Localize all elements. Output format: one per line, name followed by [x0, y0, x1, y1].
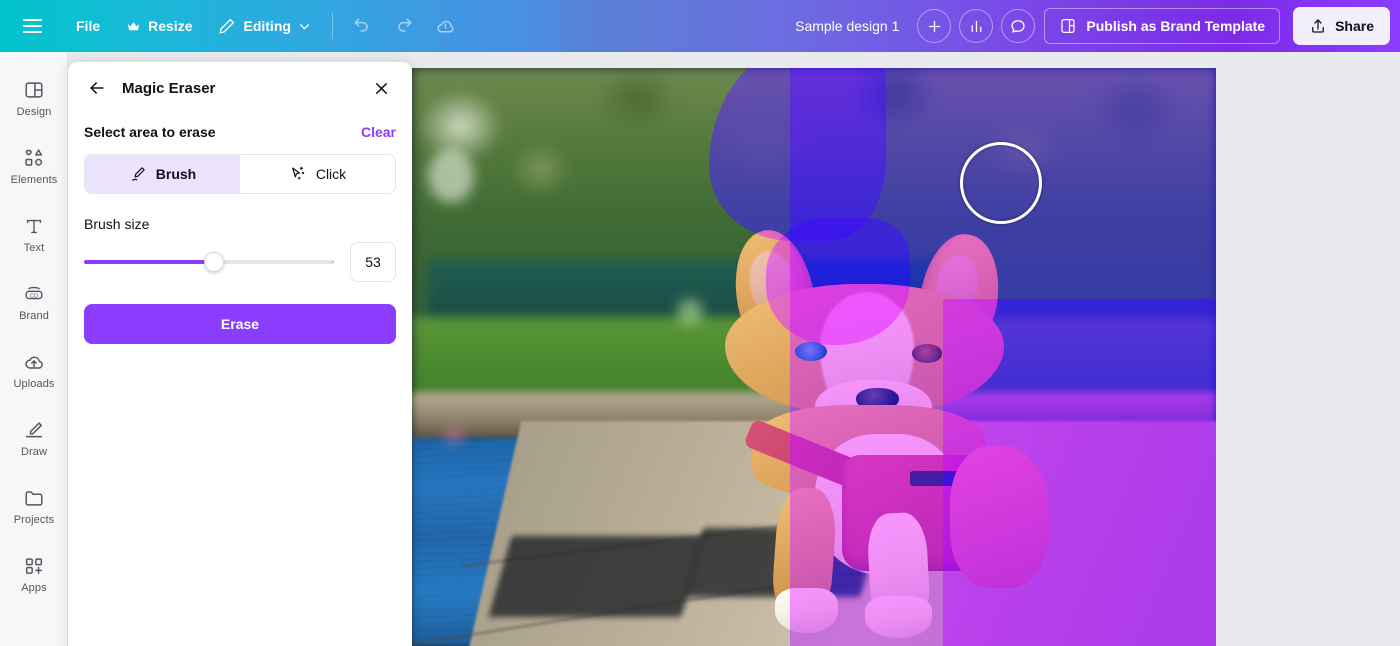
photo-bokeh-1 [428, 148, 475, 203]
panel-title: Magic Eraser [122, 79, 216, 97]
dog-paw-left [774, 587, 838, 634]
panel-close-button[interactable] [368, 75, 394, 101]
sidebar-label-projects: Projects [13, 513, 55, 526]
pencil-icon [220, 18, 235, 34]
erase-button[interactable]: Erase [84, 304, 396, 344]
close-x-icon [375, 82, 387, 94]
toolbar-divider [331, 13, 333, 39]
publish-brand-template-button[interactable]: Publish as Brand Template [1044, 8, 1281, 44]
dog-paw-right [864, 596, 933, 638]
select-area-label: Select area to erase [84, 124, 216, 140]
share-label: Share [1335, 18, 1374, 34]
bar-chart-icon [971, 20, 982, 32]
sidebar-label-draw: Draw [20, 445, 48, 458]
magic-cursor-icon [291, 166, 305, 180]
brush-size-slider[interactable] [84, 252, 334, 272]
draw-pen-icon [25, 421, 43, 437]
editing-label: Editing [243, 18, 291, 34]
mode-brush-label: Brush [155, 166, 197, 182]
slider-fill [84, 260, 214, 264]
design-layout-icon [25, 81, 43, 98]
photo-corgi-dog [653, 223, 1103, 646]
sidebar-item-text[interactable]: Text [0, 200, 68, 268]
brush-size-control-row: 53 [84, 242, 396, 282]
editing-mode-button[interactable]: Editing [208, 8, 320, 44]
dog-eye-left-blue [795, 342, 827, 362]
brand-template-icon [1061, 18, 1076, 34]
design-canvas[interactable] [412, 68, 1216, 646]
sidebar-label-text: Text [23, 241, 45, 254]
sidebar-label-design: Design [16, 105, 52, 118]
brand-co-icon: CO [25, 286, 43, 299]
text-t-icon [26, 219, 42, 233]
comment-bubble-icon [1011, 20, 1026, 33]
brush-pen-icon [131, 167, 145, 181]
dog-eye-right-brown [912, 344, 942, 363]
brush-size-value[interactable]: 53 [350, 242, 396, 282]
select-area-row: Select area to erase Clear [84, 124, 396, 140]
svg-text:CO: CO [30, 293, 39, 299]
undo-button[interactable] [343, 7, 381, 45]
add-collaborator-button[interactable] [917, 9, 952, 43]
erase-mode-segmented-control: Brush Click [84, 154, 396, 194]
panel-back-button[interactable] [84, 75, 110, 101]
comments-button[interactable] [1001, 9, 1036, 43]
chevron-down-icon [299, 23, 309, 29]
brush-size-label: Brush size [84, 216, 150, 232]
sidebar-item-elements[interactable]: Elements [0, 132, 68, 200]
sidebar-label-apps: Apps [21, 581, 47, 594]
mode-click-tab[interactable]: Click [240, 155, 395, 193]
insights-button[interactable] [959, 9, 994, 43]
sidebar-label-brand: Brand [19, 309, 49, 322]
upload-cloud-icon [25, 356, 43, 369]
mode-brush-tab[interactable]: Brush [85, 155, 240, 193]
mode-click-label: Click [315, 166, 347, 182]
sidebar-item-brand[interactable]: CO Brand [0, 268, 68, 336]
file-menu-button[interactable]: File [66, 8, 110, 44]
elements-shapes-icon [25, 148, 43, 166]
dog-flank [950, 446, 1050, 588]
document-title[interactable]: Sample design 1 [781, 18, 913, 34]
folder-icon [25, 490, 43, 506]
cloud-sync-icon [437, 20, 454, 32]
panel-body: Select area to erase Clear Brush Click B… [68, 114, 412, 344]
share-button[interactable]: Share [1293, 7, 1390, 45]
undo-icon [354, 18, 368, 32]
slider-end-dot [332, 261, 334, 263]
canva-editor-window: File Resize Editing Sample design 1 Publ… [0, 0, 1400, 646]
cloud-sync-button[interactable] [427, 7, 465, 45]
left-sidebar-rail: Design Elements Text CO Brand Uploads Dr… [0, 52, 68, 646]
sidebar-item-design[interactable]: Design [0, 64, 68, 132]
sidebar-label-elements: Elements [10, 173, 58, 186]
share-upload-icon [1312, 19, 1324, 33]
publish-label: Publish as Brand Template [1086, 18, 1266, 34]
sidebar-item-draw[interactable]: Draw [0, 404, 68, 472]
file-menu-label: File [76, 18, 101, 34]
sidebar-item-apps[interactable]: Apps [0, 540, 68, 608]
brush-cursor-ring [960, 142, 1042, 224]
magic-eraser-panel: Magic Eraser Select area to erase Clear [68, 62, 412, 646]
sidebar-label-uploads: Uploads [13, 377, 55, 390]
redo-button[interactable] [385, 7, 423, 45]
hamburger-icon[interactable] [10, 4, 54, 48]
plus-icon [928, 20, 941, 32]
slider-thumb[interactable] [204, 252, 224, 272]
crown-icon [128, 21, 140, 30]
apps-grid-plus-icon [25, 557, 43, 574]
sidebar-item-projects[interactable]: Projects [0, 472, 68, 540]
redo-icon [398, 18, 412, 32]
top-toolbar: File Resize Editing Sample design 1 Publ… [0, 0, 1400, 52]
resize-button[interactable]: Resize [116, 8, 202, 44]
sidebar-item-uploads[interactable]: Uploads [0, 336, 68, 404]
toolbar-left-group: File Resize Editing [0, 0, 467, 52]
arrow-left-icon [90, 82, 104, 94]
canvas-photo [412, 68, 1216, 646]
toolbar-right-group: Sample design 1 Publish as Brand Templat… [781, 0, 1400, 52]
clear-selection-link[interactable]: Clear [361, 124, 396, 140]
resize-label: Resize [148, 18, 193, 34]
panel-header: Magic Eraser [68, 62, 412, 114]
